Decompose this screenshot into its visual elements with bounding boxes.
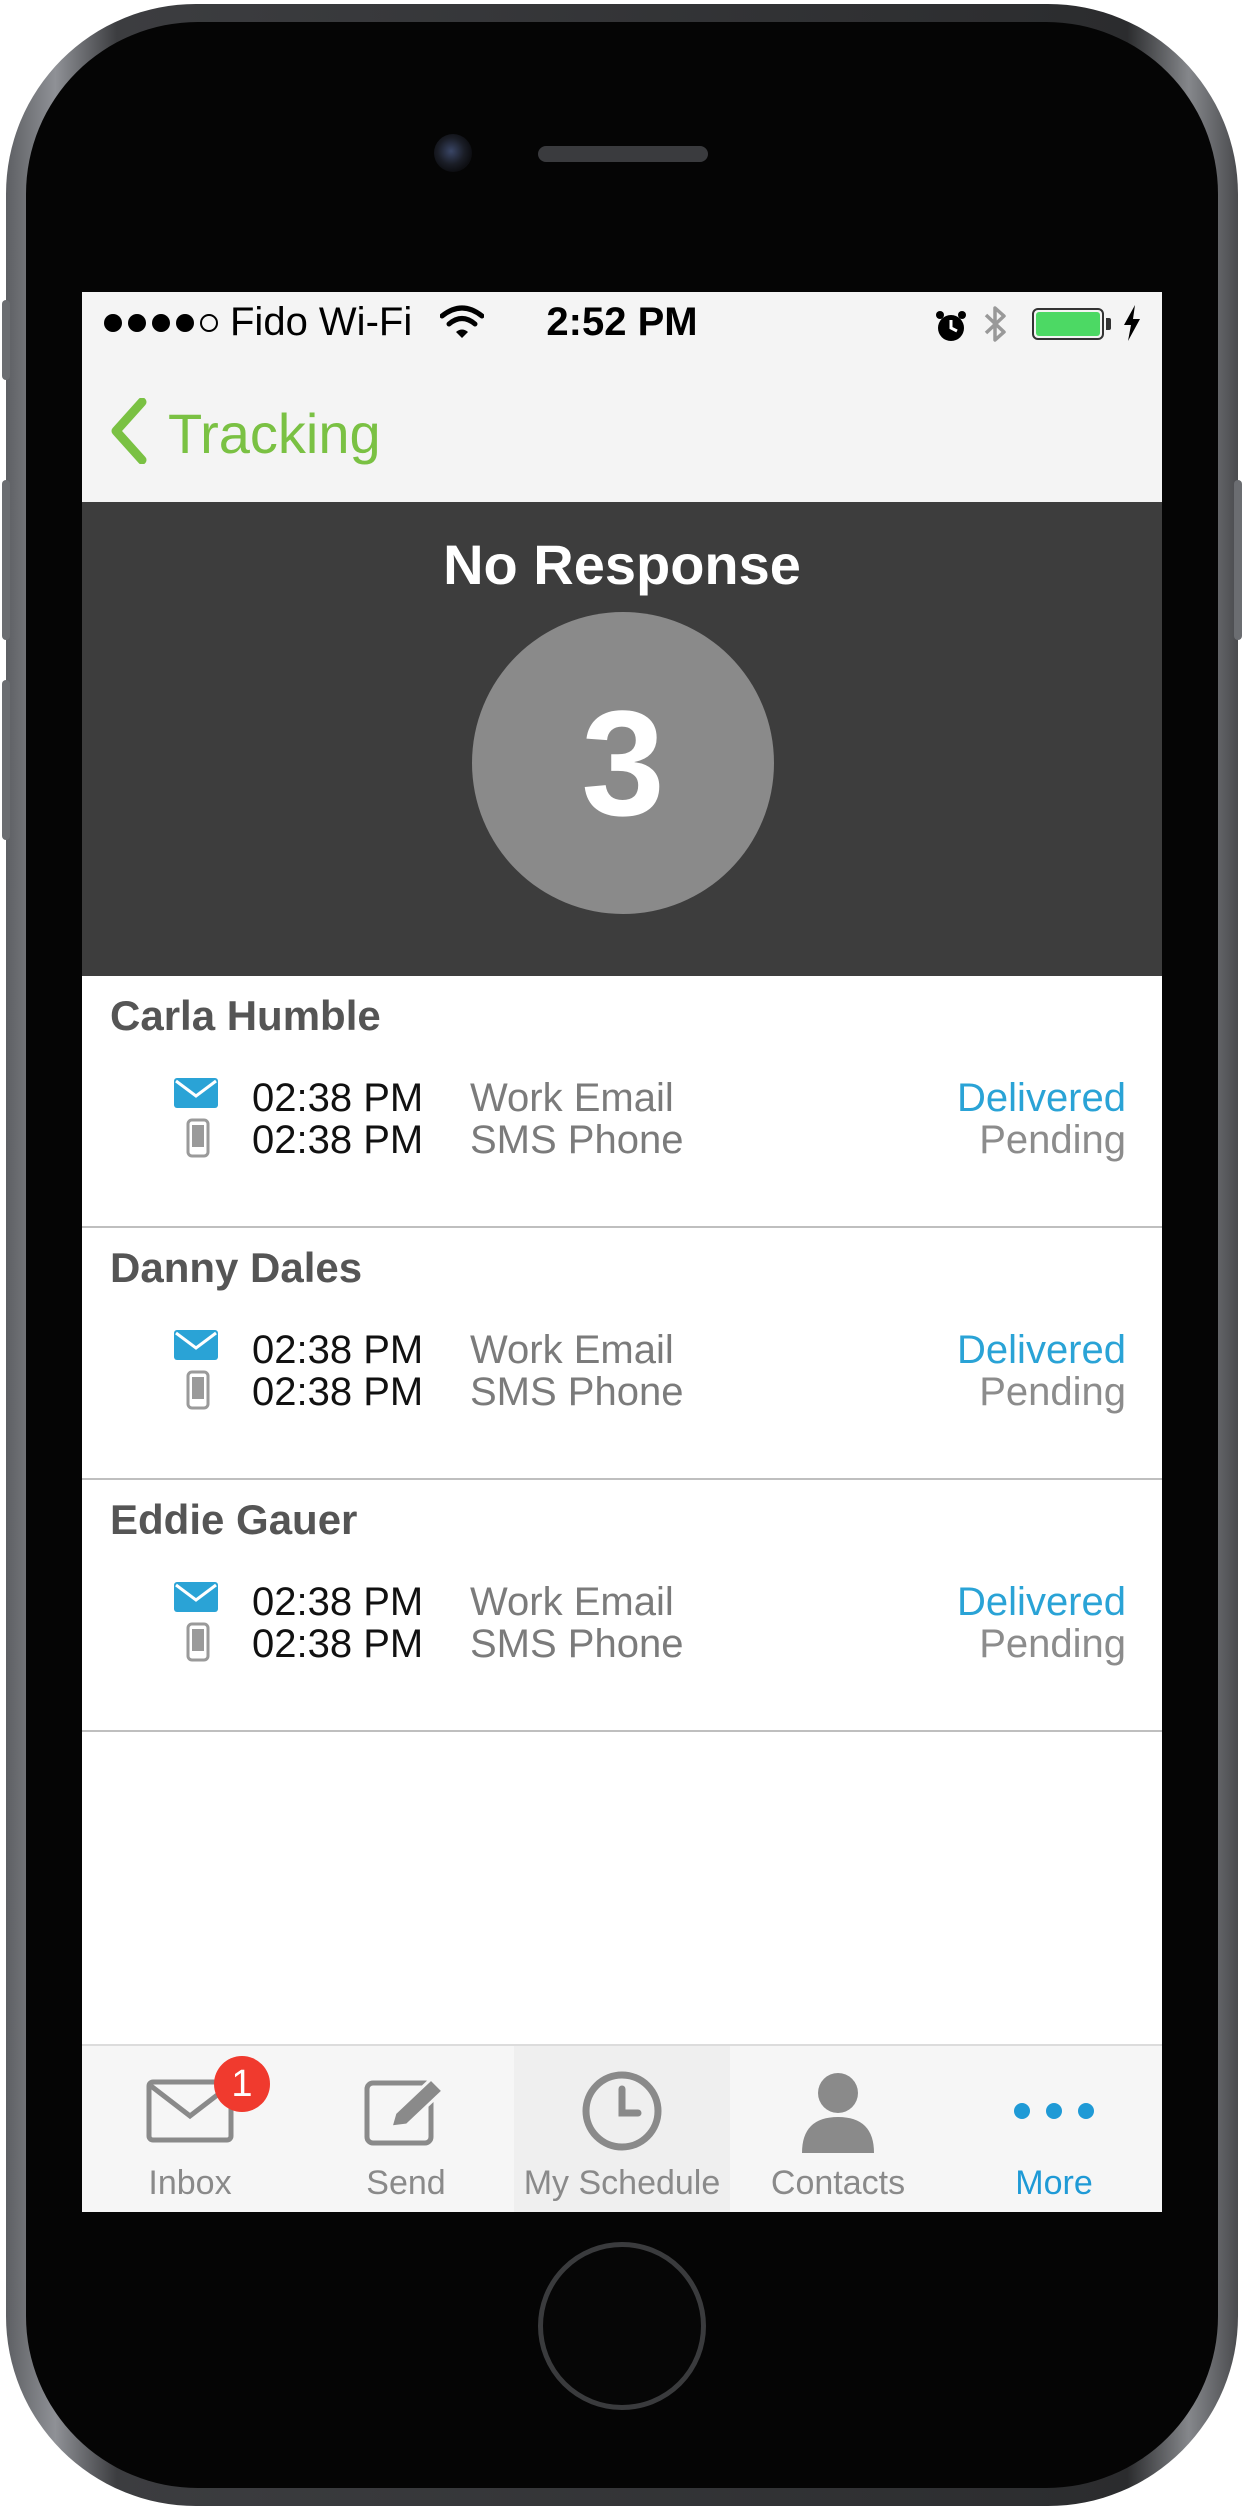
channel-type: SMS Phone — [470, 1622, 684, 1666]
envelope-icon — [174, 1328, 218, 1367]
charging-bolt-icon — [1122, 304, 1142, 352]
contact-name: Carla Humble — [110, 992, 381, 1039]
app-screen: Fido Wi-Fi 2:52 PM Tracking No Response … — [82, 292, 1162, 2212]
sent-time: 02:38 PM — [252, 1370, 424, 1414]
chevron-left-icon — [108, 397, 148, 469]
contact-list: Carla Humble 02:38 PM Work Email Deliver… — [82, 976, 1162, 1732]
tab-label: Contacts — [770, 2164, 906, 2202]
contact-item[interactable]: Carla Humble 02:38 PM Work Email Deliver… — [82, 976, 1162, 1228]
back-label: Tracking — [168, 402, 381, 465]
alarm-icon — [934, 308, 968, 353]
mobile-phone-icon — [186, 1622, 210, 1667]
back-button[interactable]: Tracking — [108, 397, 381, 469]
navigation-bar: Tracking — [82, 352, 1162, 502]
contact-item[interactable]: Danny Dales 02:38 PM Work Email Delivere… — [82, 1228, 1162, 1480]
volume-down-button — [2, 680, 10, 840]
unread-badge: 1 — [214, 2056, 270, 2112]
battery-tip — [1106, 318, 1111, 330]
mobile-phone-icon — [186, 1118, 210, 1163]
delivery-row: 02:38 PM SMS Phone Pending — [82, 1114, 1162, 1174]
contact-name: Eddie Gauer — [110, 1496, 358, 1543]
summary-title: No Response — [443, 533, 801, 596]
tab-label: Inbox — [148, 2164, 232, 2202]
tab-contacts[interactable]: Contacts — [730, 2046, 946, 2212]
tab-send[interactable]: Send — [298, 2046, 514, 2212]
contact-name: Danny Dales — [110, 1244, 363, 1291]
status-bar: Fido Wi-Fi 2:52 PM — [82, 292, 1162, 352]
no-response-summary: No Response 3 — [82, 502, 1162, 976]
delivery-row: 02:38 PM SMS Phone Pending — [82, 1366, 1162, 1426]
power-button — [1234, 480, 1242, 640]
compose-icon — [298, 2066, 514, 2156]
tab-inbox[interactable]: 1 Inbox — [82, 2046, 298, 2212]
tab-more[interactable]: More — [946, 2046, 1162, 2212]
count-circle: 3 — [472, 612, 774, 914]
delivery-status: Pending — [979, 1118, 1126, 1162]
earpiece-speaker — [538, 146, 708, 162]
tab-bar: 1 Inbox Send My Schedule Contacts More — [82, 2044, 1162, 2212]
contact-item[interactable]: Eddie Gauer 02:38 PM Work Email Delivere… — [82, 1480, 1162, 1732]
front-camera — [434, 134, 472, 172]
envelope-icon — [174, 1076, 218, 1115]
channel-type: SMS Phone — [470, 1370, 684, 1414]
channel-type: SMS Phone — [470, 1118, 684, 1162]
tab-label: My Schedule — [523, 2164, 721, 2202]
delivery-status: Pending — [979, 1622, 1126, 1666]
sent-time: 02:38 PM — [252, 1118, 424, 1162]
envelope-icon — [174, 1580, 218, 1619]
volume-up-button — [2, 480, 10, 640]
bluetooth-icon — [982, 304, 1010, 354]
home-button[interactable] — [538, 2242, 706, 2410]
mobile-phone-icon — [186, 1370, 210, 1415]
tab-label: Send — [366, 2164, 446, 2202]
no-response-count: 3 — [581, 679, 665, 847]
mute-switch — [2, 300, 10, 380]
sent-time: 02:38 PM — [252, 1622, 424, 1666]
delivery-status: Pending — [979, 1370, 1126, 1414]
person-icon — [730, 2066, 946, 2156]
tab-label: More — [1015, 2164, 1093, 2202]
delivery-row: 02:38 PM SMS Phone Pending — [82, 1618, 1162, 1678]
more-dots-icon — [946, 2066, 1162, 2156]
tab-my-schedule[interactable]: My Schedule — [514, 2046, 730, 2212]
battery-icon — [1032, 308, 1104, 340]
clock-icon — [514, 2066, 730, 2156]
